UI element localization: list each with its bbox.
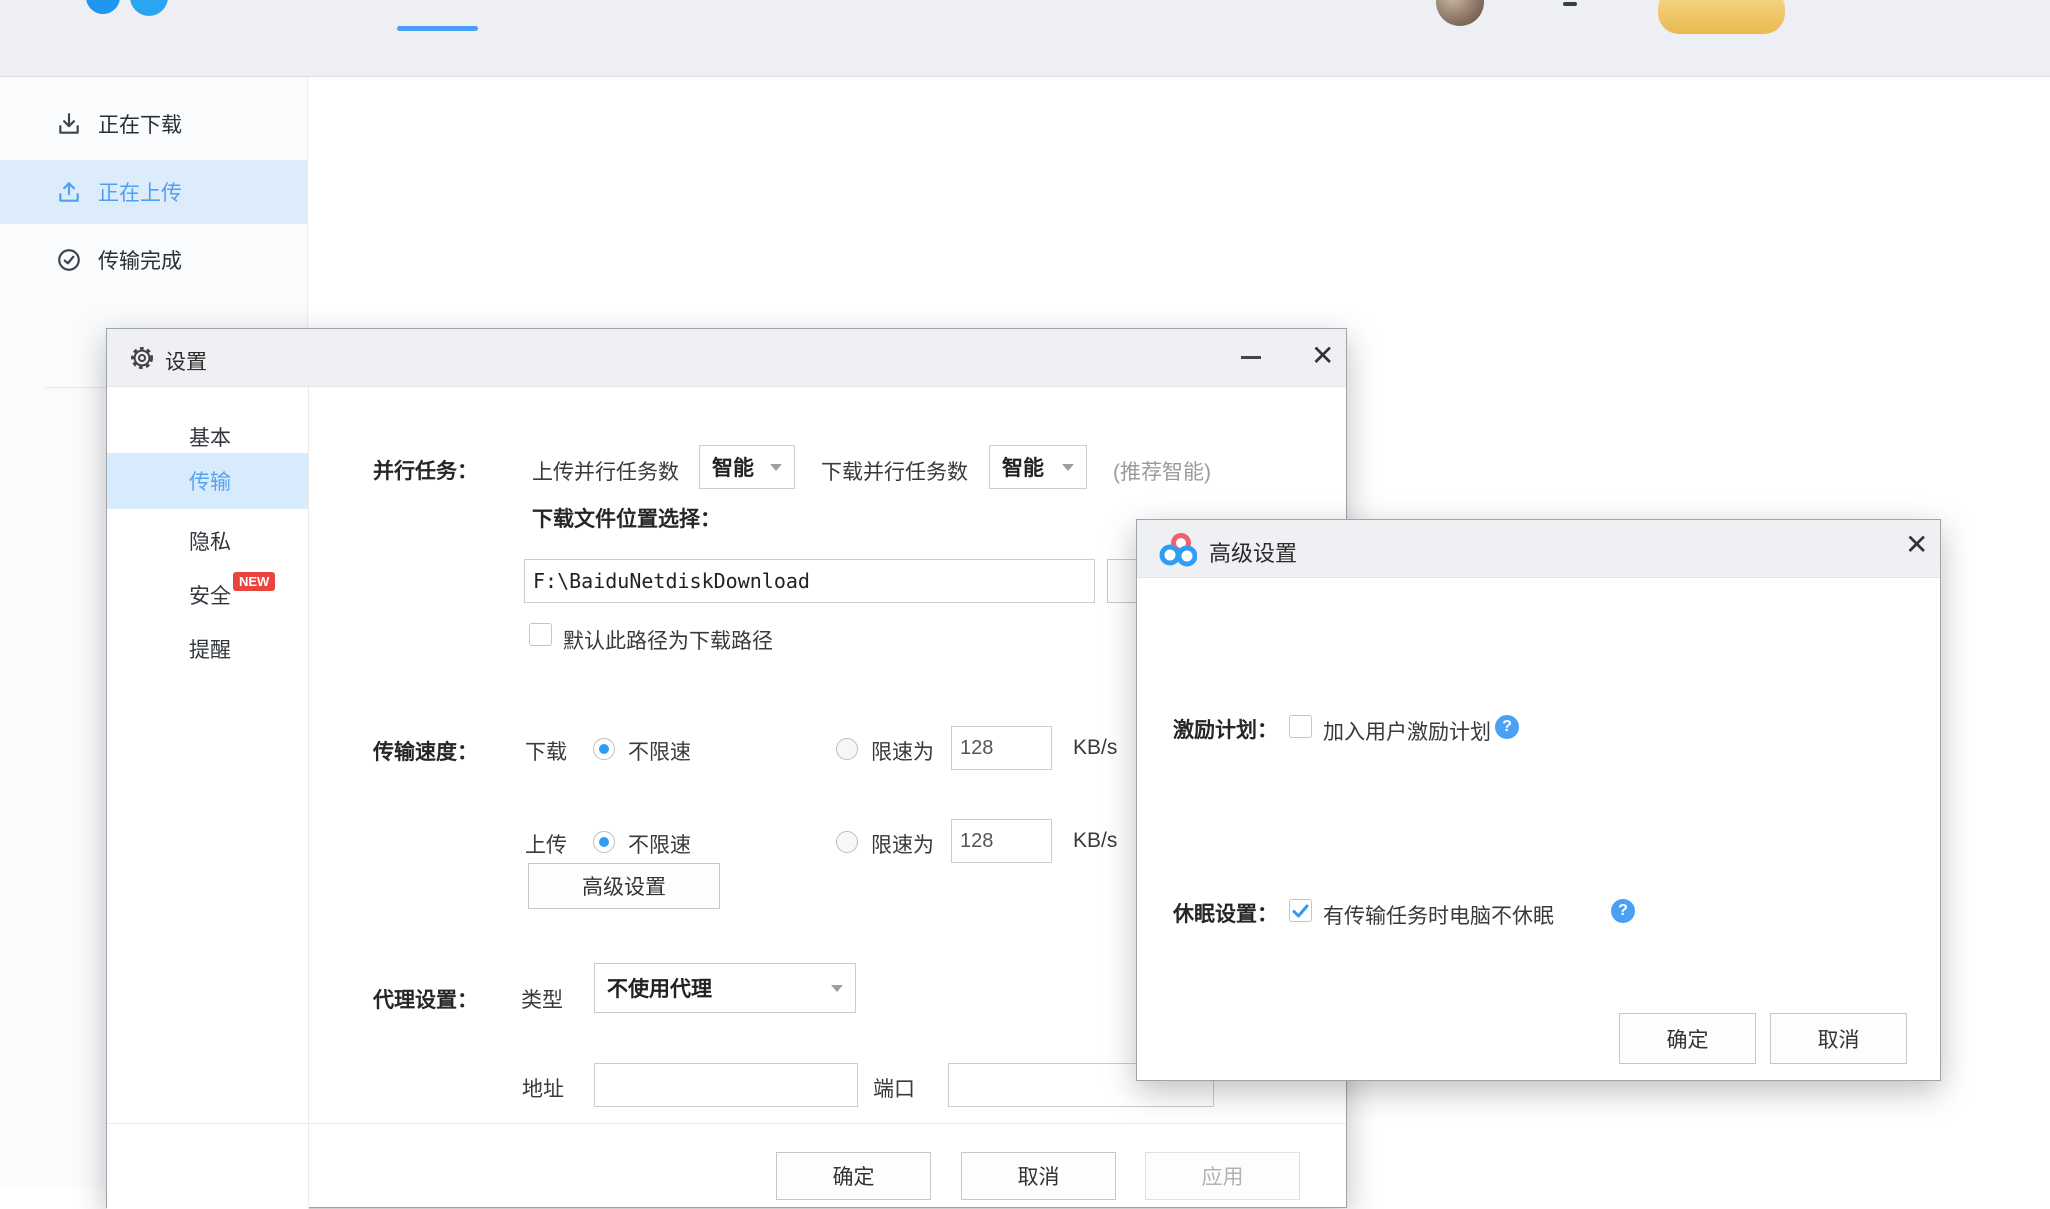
check-icon: [1292, 904, 1309, 918]
upload-icon: [56, 179, 82, 205]
new-badge: NEW: [233, 572, 275, 591]
advanced-settings-button[interactable]: 高级设置: [528, 863, 720, 909]
upload-unlimited-label: 不限速: [628, 829, 691, 859]
advanced-ok-button[interactable]: 确定: [1619, 1013, 1756, 1064]
sidebar-item-label: 正在上传: [98, 177, 182, 207]
vip-button[interactable]: [1658, 0, 1785, 34]
sidebar-item-downloading[interactable]: 正在下载: [0, 92, 308, 156]
ok-button-label: 确定: [1667, 1024, 1709, 1054]
check-circle-icon: [56, 247, 82, 273]
incentive-label: 激励计划：: [1173, 714, 1278, 744]
download-icon: [56, 111, 82, 137]
download-limit-input[interactable]: [951, 726, 1052, 770]
download-parallel-value: 智能: [1002, 452, 1044, 482]
settings-apply-button[interactable]: 应用: [1145, 1152, 1300, 1200]
sleep-label: 休眠设置：: [1173, 898, 1278, 928]
advanced-settings-button-label: 高级设置: [582, 871, 666, 901]
upload-parallel-label: 上传并行任务数: [532, 456, 679, 486]
tab-label: 隐私: [189, 526, 231, 556]
advanced-titlebar: 高级设置 ✕: [1137, 520, 1940, 578]
download-parallel-select[interactable]: 智能: [989, 445, 1087, 489]
upload-parallel-value: 智能: [712, 452, 754, 482]
default-path-checkbox[interactable]: [529, 623, 552, 646]
tab-reminder[interactable]: 提醒: [107, 621, 308, 677]
advanced-cancel-button[interactable]: 取消: [1770, 1013, 1907, 1064]
netdisk-logo-icon: [1159, 532, 1197, 568]
tab-label: 安全: [189, 580, 231, 610]
incentive-checkbox[interactable]: [1289, 715, 1312, 738]
sidebar-item-completed[interactable]: 传输完成: [0, 228, 308, 292]
download-location-label: 下载文件位置选择：: [532, 503, 721, 533]
tab-label: 提醒: [189, 634, 231, 664]
tab-privacy[interactable]: 隐私: [107, 513, 308, 569]
incentive-checkbox-label: 加入用户激励计划: [1323, 716, 1491, 746]
proxy-type-select[interactable]: 不使用代理: [594, 963, 856, 1013]
proxy-address-input[interactable]: [594, 1063, 858, 1107]
proxy-type-value: 不使用代理: [607, 973, 712, 1003]
download-limit-unit: KB/s: [1073, 736, 1117, 760]
upload-parallel-select[interactable]: 智能: [699, 445, 795, 489]
tab-security[interactable]: 安全 NEW: [107, 567, 308, 623]
sleep-checkbox-label: 有传输任务时电脑不休眠: [1323, 900, 1554, 930]
proxy-label: 代理设置：: [373, 984, 478, 1014]
username-text: [1563, 2, 1577, 6]
speed-label: 传输速度：: [373, 736, 478, 766]
close-icon[interactable]: ✕: [1905, 531, 1928, 559]
advanced-settings-dialog: 高级设置 ✕ 激励计划： 加入用户激励计划 ? 休眠设置： 有传输任务时电脑不休…: [1136, 519, 1941, 1081]
ok-button-label: 确定: [833, 1161, 875, 1191]
proxy-port-label: 端口: [873, 1073, 915, 1103]
parallel-hint: (推荐智能): [1113, 456, 1211, 486]
chevron-down-icon: [831, 985, 843, 992]
settings-titlebar: 设置 ✕: [107, 329, 1346, 387]
footer-divider: [107, 1123, 1346, 1124]
tab-transfer[interactable]: 传输: [107, 453, 308, 509]
proxy-address-label: 地址: [522, 1073, 564, 1103]
upload-unlimited-radio[interactable]: [593, 831, 615, 853]
minimize-button[interactable]: [1241, 356, 1261, 359]
question-icon[interactable]: ?: [1495, 715, 1519, 739]
default-path-checkbox-label: 默认此路径为下载路径: [563, 625, 773, 655]
close-icon[interactable]: ✕: [1311, 342, 1334, 370]
tab-label: 传输: [189, 466, 231, 496]
upload-limit-label: 限速为: [871, 829, 934, 859]
tab-label: 基本: [189, 422, 231, 452]
settings-tab-column: 基本 传输 隐私 安全 NEW 提醒: [107, 387, 309, 1209]
settings-dialog-title: 设置: [165, 346, 207, 376]
top-bar: [0, 0, 2050, 77]
gear-icon: [129, 345, 155, 371]
speed-row-upload-label: 上传: [525, 829, 567, 859]
upload-limit-radio[interactable]: [836, 831, 858, 853]
download-unlimited-radio[interactable]: [593, 738, 615, 760]
advanced-dialog-title: 高级设置: [1209, 536, 1297, 568]
speed-row-download-label: 下载: [525, 736, 567, 766]
upload-limit-input[interactable]: [951, 819, 1052, 863]
download-limit-radio[interactable]: [836, 738, 858, 760]
cancel-button-label: 取消: [1018, 1161, 1060, 1191]
proxy-type-label: 类型: [521, 984, 563, 1014]
apply-button-label: 应用: [1202, 1161, 1244, 1191]
app-logo-icon: [130, 0, 168, 16]
sleep-checkbox[interactable]: [1289, 899, 1312, 922]
cancel-button-label: 取消: [1818, 1024, 1860, 1054]
avatar[interactable]: [1436, 0, 1484, 26]
download-limit-label: 限速为: [871, 736, 934, 766]
parallel-tasks-label: 并行任务：: [373, 455, 478, 485]
active-tab-underline: [397, 26, 478, 31]
settings-ok-button[interactable]: 确定: [776, 1152, 931, 1200]
download-path-input[interactable]: [524, 559, 1095, 603]
chevron-down-icon: [770, 464, 782, 471]
download-parallel-label: 下载并行任务数: [821, 456, 968, 486]
sidebar-item-uploading[interactable]: 正在上传: [0, 160, 308, 224]
question-icon[interactable]: ?: [1611, 899, 1635, 923]
upload-limit-unit: KB/s: [1073, 829, 1117, 853]
sidebar-item-label: 传输完成: [98, 245, 182, 275]
chevron-down-icon: [1062, 464, 1074, 471]
download-unlimited-label: 不限速: [628, 736, 691, 766]
settings-cancel-button[interactable]: 取消: [961, 1152, 1116, 1200]
sidebar-item-label: 正在下载: [98, 109, 182, 139]
app-logo-icon: [86, 0, 120, 14]
